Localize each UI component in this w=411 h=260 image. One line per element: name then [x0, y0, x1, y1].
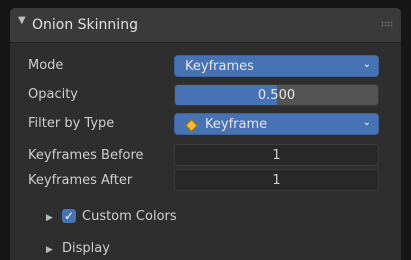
- filter-by-type-label: Filter by Type: [28, 116, 115, 131]
- triangle-down-icon[interactable]: ▼: [18, 15, 26, 26]
- opacity-slider[interactable]: 0.500: [174, 84, 379, 106]
- drag-grip-icon[interactable]: [381, 21, 393, 27]
- keyframes-after-label: Keyframes After: [28, 173, 133, 188]
- mode-value: Keyframes: [185, 59, 254, 74]
- opacity-label: Opacity: [28, 87, 79, 102]
- keyframes-before-field[interactable]: 1: [174, 144, 379, 166]
- panel-header[interactable]: ▼ Onion Skinning: [10, 8, 401, 43]
- filter-by-type-dropdown[interactable]: Keyframe ⌄: [174, 113, 379, 135]
- triangle-right-icon[interactable]: ▶: [46, 245, 53, 255]
- custom-colors-checkbox[interactable]: ✓: [62, 209, 76, 223]
- filter-by-type-value: Keyframe: [205, 117, 268, 132]
- mode-label: Mode: [28, 58, 64, 73]
- chevron-down-icon: ⌄: [362, 117, 371, 128]
- keyframes-before-label: Keyframes Before: [28, 148, 144, 163]
- opacity-value: 0.500: [257, 88, 296, 103]
- mode-dropdown[interactable]: Keyframes ⌄: [174, 55, 379, 77]
- keyframes-after-field[interactable]: 1: [174, 169, 379, 191]
- keyframe-diamond-icon: [185, 119, 198, 132]
- keyframes-after-value: 1: [272, 173, 281, 188]
- keyframes-before-value: 1: [272, 148, 281, 163]
- custom-colors-label[interactable]: Custom Colors: [82, 209, 177, 224]
- chevron-down-icon: ⌄: [362, 59, 371, 70]
- onion-skinning-panel: ▼ Onion Skinning Mode Keyframes ⌄ Opacit…: [10, 8, 401, 260]
- panel-title: Onion Skinning: [32, 17, 138, 33]
- triangle-right-icon[interactable]: ▶: [46, 213, 53, 223]
- display-subpanel-label[interactable]: Display: [62, 241, 110, 256]
